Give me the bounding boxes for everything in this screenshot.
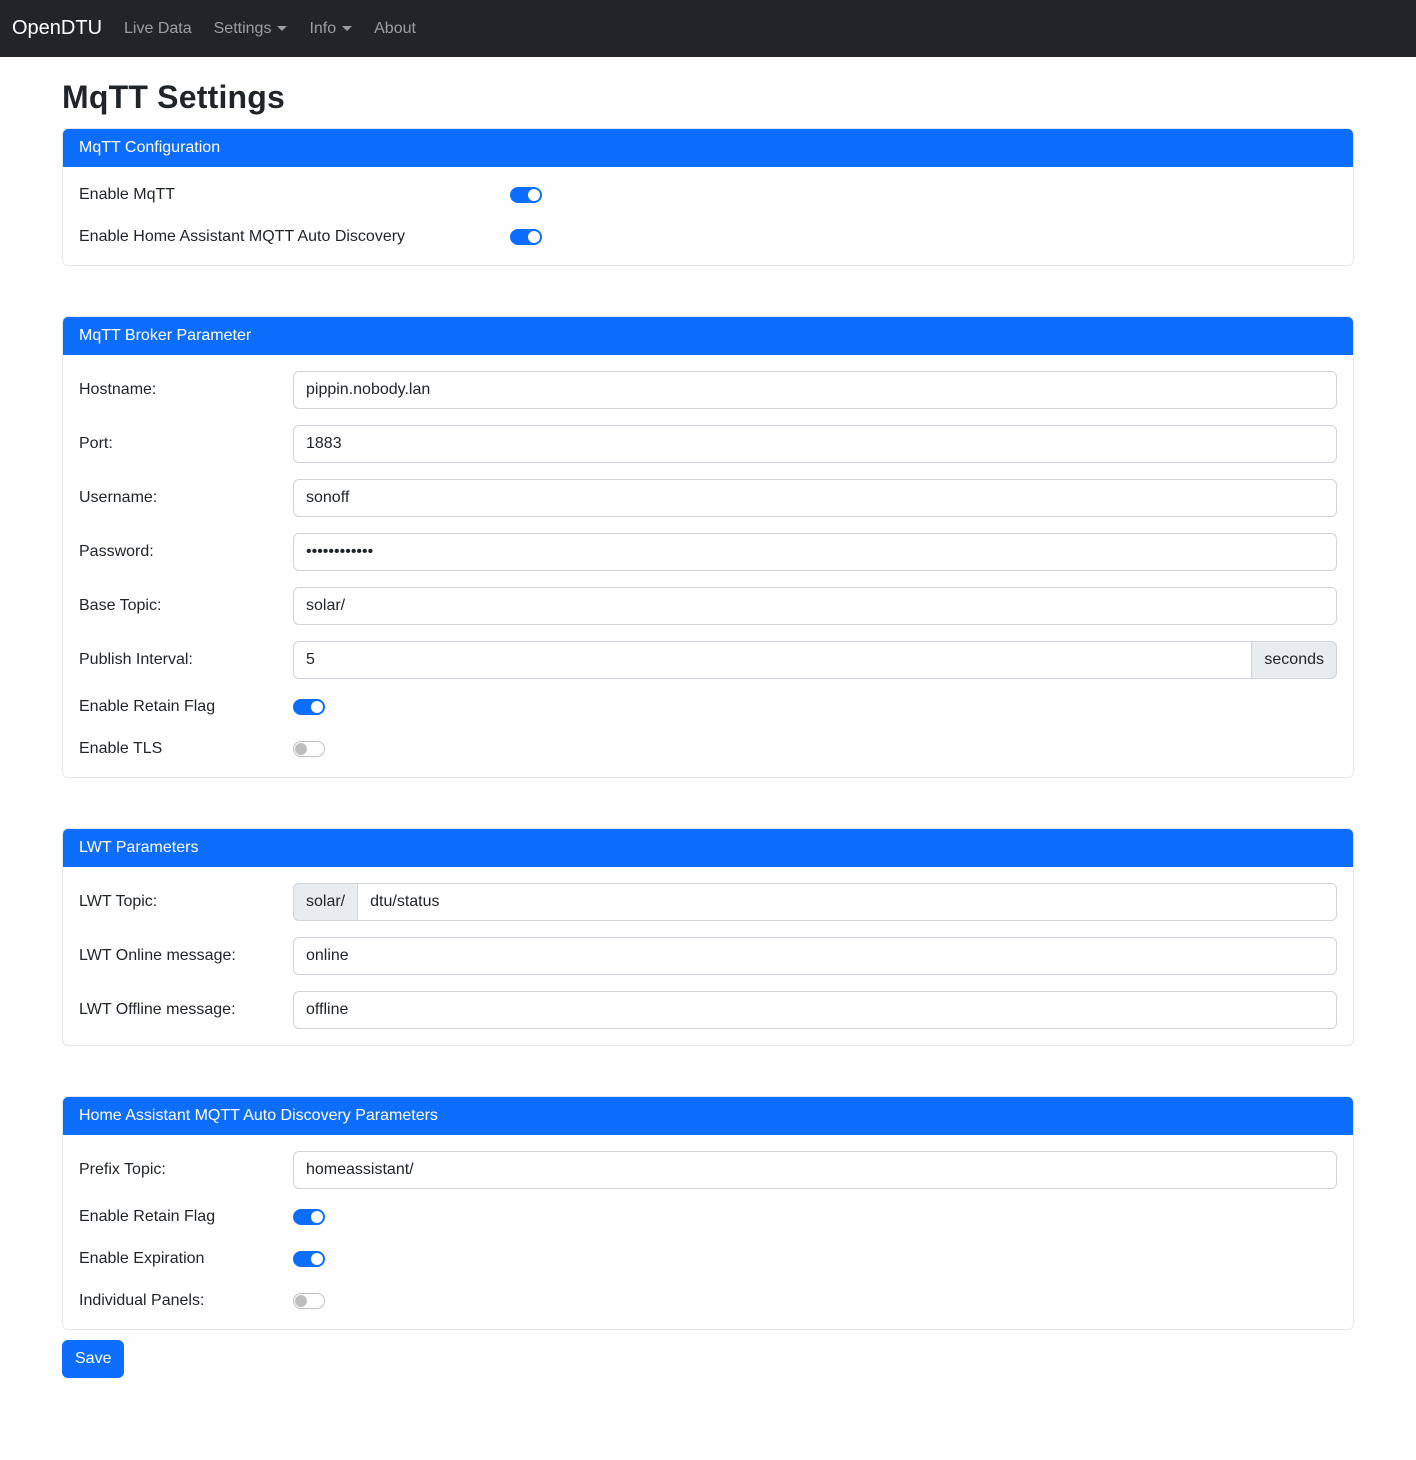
card-lwt-parameters-header: LWT Parameters — [63, 829, 1353, 867]
individual-panels-label: Individual Panels: — [79, 1289, 293, 1313]
row-lwt-offline: LWT Offline message: — [79, 991, 1337, 1029]
lwt-offline-input[interactable] — [293, 991, 1337, 1029]
chevron-down-icon — [342, 26, 352, 31]
hostname-label: Hostname: — [79, 378, 293, 402]
lwt-online-label: LWT Online message: — [79, 944, 293, 968]
row-enable-tls: Enable TLS — [79, 737, 1337, 761]
nav-item-info[interactable]: Info — [301, 12, 360, 46]
row-broker-enable-retain: Enable Retain Flag — [79, 695, 1337, 719]
row-enable-expiration: Enable Expiration — [79, 1247, 1337, 1271]
nav-item-about[interactable]: About — [366, 12, 424, 46]
lwt-topic-input[interactable] — [357, 883, 1337, 921]
enable-ha-discovery-toggle[interactable] — [510, 229, 542, 245]
nav-item-info-label: Info — [309, 20, 336, 38]
card-mqtt-configuration: MqTT Configuration Enable MqTT Enable Ho… — [62, 128, 1354, 266]
broker-enable-retain-label: Enable Retain Flag — [79, 695, 293, 719]
enable-mqtt-toggle[interactable] — [510, 187, 542, 203]
username-input[interactable] — [293, 479, 1337, 517]
main-content: MqTT Settings MqTT Configuration Enable … — [62, 79, 1354, 1394]
row-username: Username: — [79, 479, 1337, 517]
row-lwt-online: LWT Online message: — [79, 937, 1337, 975]
enable-expiration-toggle[interactable] — [293, 1251, 325, 1267]
individual-panels-toggle[interactable] — [293, 1293, 325, 1309]
lwt-offline-label: LWT Offline message: — [79, 998, 293, 1022]
base-topic-label: Base Topic: — [79, 594, 293, 618]
lwt-topic-label: LWT Topic: — [79, 890, 293, 914]
nav-item-live-data-label: Live Data — [124, 20, 192, 38]
enable-mqtt-label: Enable MqTT — [79, 183, 510, 207]
username-label: Username: — [79, 486, 293, 510]
broker-enable-retain-toggle[interactable] — [293, 699, 325, 715]
navbar: OpenDTU Live Data Settings Info About — [0, 0, 1416, 57]
enable-expiration-label: Enable Expiration — [79, 1247, 293, 1271]
card-mqtt-broker-parameter: MqTT Broker Parameter Hostname: Port: Us… — [62, 316, 1354, 778]
row-enable-mqtt: Enable MqTT — [79, 183, 1337, 207]
row-publish-interval: Publish Interval: seconds — [79, 641, 1337, 679]
row-lwt-topic: LWT Topic: solar/ — [79, 883, 1337, 921]
nav-item-settings[interactable]: Settings — [206, 12, 296, 46]
enable-tls-toggle[interactable] — [293, 741, 325, 757]
card-ha-discovery-parameters: Home Assistant MQTT Auto Discovery Param… — [62, 1096, 1354, 1330]
port-label: Port: — [79, 432, 293, 456]
port-input[interactable] — [293, 425, 1337, 463]
nav-item-live-data[interactable]: Live Data — [116, 12, 200, 46]
nav-item-settings-label: Settings — [214, 20, 272, 38]
ha-enable-retain-toggle[interactable] — [293, 1209, 325, 1225]
ha-enable-retain-label: Enable Retain Flag — [79, 1205, 293, 1229]
card-ha-discovery-parameters-header: Home Assistant MQTT Auto Discovery Param… — [63, 1097, 1353, 1135]
nav-item-about-label: About — [374, 20, 416, 38]
brand-opendtu[interactable]: OpenDTU — [12, 17, 102, 40]
password-input[interactable] — [293, 533, 1337, 571]
lwt-online-input[interactable] — [293, 937, 1337, 975]
card-lwt-parameters: LWT Parameters LWT Topic: solar/ LWT Onl… — [62, 828, 1354, 1046]
publish-interval-label: Publish Interval: — [79, 648, 293, 672]
publish-interval-input[interactable] — [293, 641, 1252, 679]
card-mqtt-broker-parameter-header: MqTT Broker Parameter — [63, 317, 1353, 355]
page-title: MqTT Settings — [62, 79, 1354, 116]
row-ha-enable-retain: Enable Retain Flag — [79, 1205, 1337, 1229]
row-individual-panels: Individual Panels: — [79, 1289, 1337, 1313]
row-base-topic: Base Topic: — [79, 587, 1337, 625]
chevron-down-icon — [277, 26, 287, 31]
hostname-input[interactable] — [293, 371, 1337, 409]
lwt-topic-prefix: solar/ — [293, 883, 357, 921]
row-prefix-topic: Prefix Topic: — [79, 1151, 1337, 1189]
prefix-topic-input[interactable] — [293, 1151, 1337, 1189]
row-hostname: Hostname: — [79, 371, 1337, 409]
row-password: Password: — [79, 533, 1337, 571]
enable-tls-label: Enable TLS — [79, 737, 293, 761]
row-port: Port: — [79, 425, 1337, 463]
enable-ha-discovery-label: Enable Home Assistant MQTT Auto Discover… — [79, 225, 510, 249]
password-label: Password: — [79, 540, 293, 564]
base-topic-input[interactable] — [293, 587, 1337, 625]
publish-interval-unit: seconds — [1252, 641, 1337, 679]
row-enable-ha-discovery: Enable Home Assistant MQTT Auto Discover… — [79, 225, 1337, 249]
card-mqtt-configuration-header: MqTT Configuration — [63, 129, 1353, 167]
save-button[interactable]: Save — [62, 1340, 124, 1378]
prefix-topic-label: Prefix Topic: — [79, 1158, 293, 1182]
